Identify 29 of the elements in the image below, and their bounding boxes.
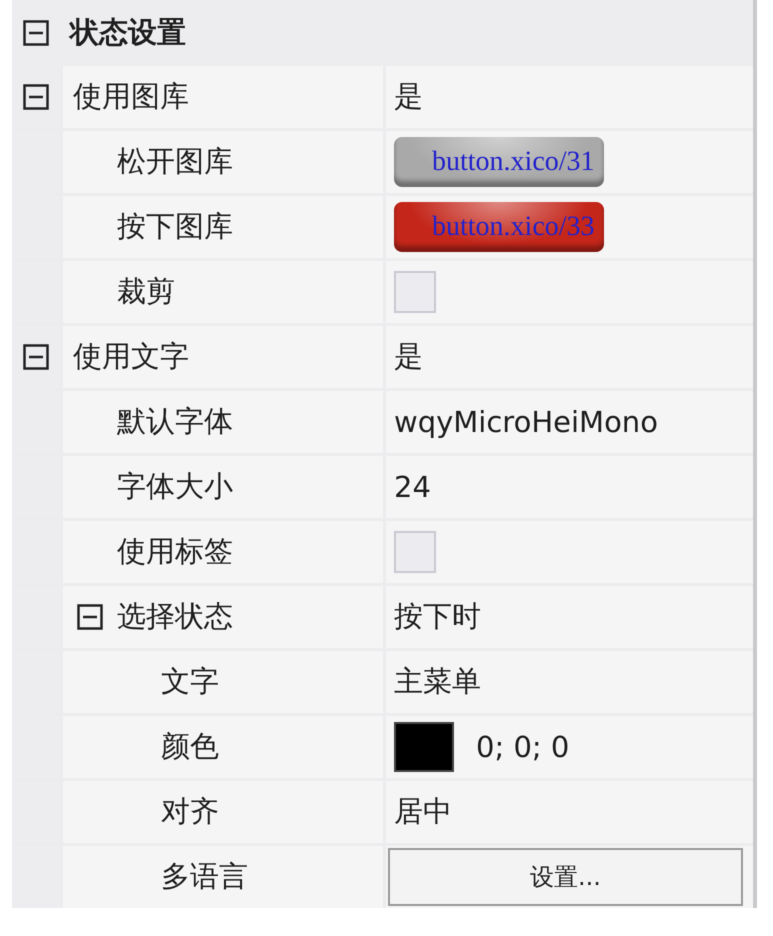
settings-button[interactable]: 设置... bbox=[388, 848, 743, 906]
property-name: 使用图库 bbox=[73, 78, 189, 115]
property-name: 字体大小 bbox=[117, 468, 233, 505]
property-name: 按下图库 bbox=[117, 208, 233, 245]
property-name: 颜色 bbox=[161, 728, 219, 765]
property-name: 选择状态 bbox=[117, 598, 233, 635]
collapse-icon[interactable] bbox=[23, 84, 49, 110]
color-swatch[interactable] bbox=[394, 722, 454, 772]
property-name: 多语言 bbox=[161, 858, 248, 895]
checkbox[interactable] bbox=[394, 271, 436, 313]
property-name: 文字 bbox=[161, 663, 219, 700]
property-name: 对齐 bbox=[161, 793, 219, 830]
checkbox[interactable] bbox=[394, 531, 436, 573]
collapse-icon[interactable] bbox=[77, 604, 103, 630]
property-value[interactable]: 是 bbox=[394, 337, 423, 377]
property-name: 使用文字 bbox=[73, 338, 189, 375]
property-value[interactable]: 24 bbox=[394, 470, 431, 504]
property-name: 松开图库 bbox=[117, 143, 233, 180]
category-label: 状态设置 bbox=[70, 14, 186, 51]
property-value[interactable]: 是 bbox=[394, 77, 423, 117]
property-value[interactable]: 居中 bbox=[394, 792, 452, 832]
property-value[interactable]: 按下时 bbox=[394, 597, 481, 637]
property-value[interactable]: 主菜单 bbox=[394, 662, 481, 702]
collapse-icon[interactable] bbox=[23, 344, 49, 370]
property-name: 使用标签 bbox=[117, 533, 233, 570]
property-value[interactable]: 0; 0; 0 bbox=[476, 730, 570, 764]
collapse-icon[interactable] bbox=[23, 20, 49, 46]
property-name: 裁剪 bbox=[117, 273, 175, 310]
property-name: 默认字体 bbox=[117, 403, 233, 440]
